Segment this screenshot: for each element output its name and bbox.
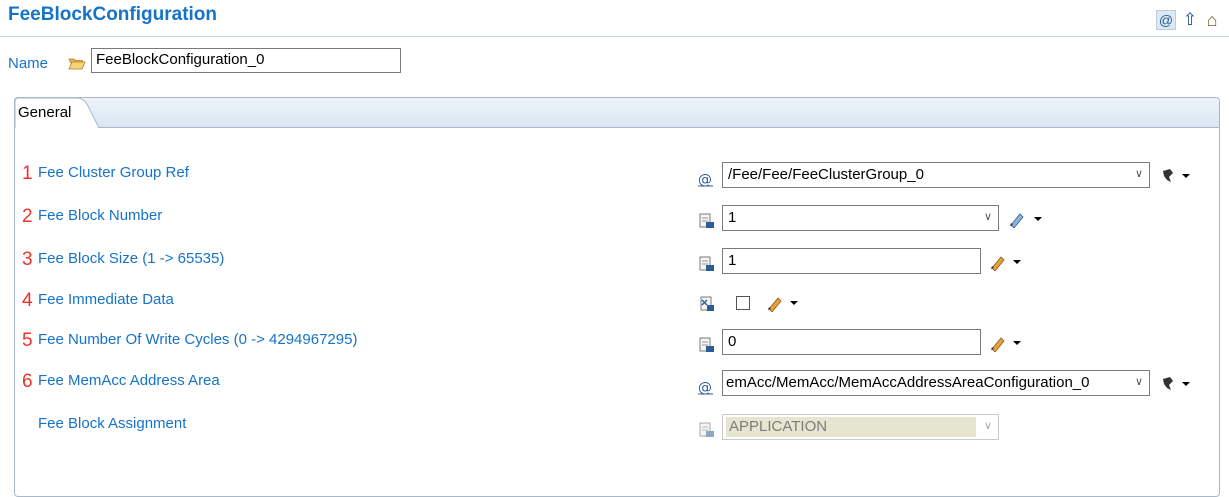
reference-icon: @ [698, 172, 713, 188]
fee-block-size-input[interactable]: 1 [722, 248, 981, 274]
fee-block-number-label: Fee Block Number [38, 207, 163, 224]
tab-general[interactable]: General [18, 104, 71, 121]
name-input[interactable]: FeeBlockConfiguration_0 [91, 48, 401, 73]
chevron-down-icon: ∨ [1134, 375, 1143, 388]
pencil-icon[interactable] [988, 253, 1024, 271]
boolean-param-icon [700, 296, 714, 311]
row-number-marker: 5 [22, 330, 33, 351]
chevron-down-icon: ∨ [983, 420, 992, 432]
row-number-marker: 4 [22, 290, 33, 311]
calculate-edit-icon[interactable] [1008, 210, 1044, 228]
fee-block-number-value: 1 [728, 209, 737, 226]
fee-block-size-label: Fee Block Size (1 -> 65535) [38, 250, 225, 267]
name-label: Name [8, 55, 49, 72]
at-icon[interactable]: @ [1156, 10, 1176, 30]
row-number-marker: 3 [22, 249, 33, 270]
reference-icon: @ [698, 380, 713, 396]
integer-param-icon [699, 256, 714, 271]
fee-cluster-group-ref-select[interactable]: /Fee/Fee/FeeClusterGroup_0 ∨ [722, 162, 1150, 188]
fee-memacc-address-area-value: emAcc/MemAcc/MemAccAddressAreaConfigurat… [726, 374, 1090, 391]
reference-wizard-icon[interactable] [1160, 167, 1192, 185]
fee-immediate-data-label: Fee Immediate Data [38, 291, 174, 308]
folder-icon [68, 58, 86, 70]
fee-memacc-address-area-label: Fee MemAcc Address Area [38, 372, 220, 389]
pencil-icon[interactable] [988, 334, 1024, 352]
fee-number-of-write-cycles-input[interactable]: 0 [722, 329, 981, 355]
page-title: FeeBlockConfiguration [8, 4, 218, 25]
enum-param-icon [699, 422, 714, 437]
tab-bar [15, 98, 1219, 128]
fee-cluster-group-ref-label: Fee Cluster Group Ref [38, 164, 189, 181]
fee-cluster-group-ref-value: /Fee/Fee/FeeClusterGroup_0 [728, 166, 924, 183]
integer-param-icon [699, 213, 714, 228]
row-number-marker: 6 [22, 371, 33, 392]
top-toolbar: @ ⇧ ⌂ [1156, 10, 1226, 30]
fee-block-number-select[interactable]: 1 ∨ [722, 205, 999, 231]
fee-memacc-address-area-select[interactable]: emAcc/MemAcc/MemAccAddressAreaConfigurat… [722, 370, 1150, 396]
home-icon[interactable]: ⌂ [1202, 10, 1222, 30]
fee-immediate-data-checkbox[interactable] [736, 296, 750, 310]
fee-block-assignment-value: APPLICATION [726, 417, 976, 437]
header-divider [0, 36, 1229, 37]
up-arrow-icon[interactable]: ⇧ [1180, 10, 1200, 30]
chevron-down-icon: ∨ [983, 211, 992, 223]
general-panel [14, 97, 1220, 497]
chevron-down-icon: ∨ [1134, 168, 1143, 180]
row-number-marker: 1 [22, 163, 33, 184]
fee-block-assignment-select: APPLICATION ∨ [722, 414, 999, 440]
integer-param-icon [699, 337, 714, 352]
fee-block-assignment-label: Fee Block Assignment [38, 415, 187, 432]
reference-wizard-icon[interactable] [1160, 375, 1192, 393]
fee-number-of-write-cycles-label: Fee Number Of Write Cycles (0 -> 4294967… [38, 331, 358, 348]
row-number-marker: 2 [22, 206, 33, 227]
pencil-icon[interactable] [765, 294, 801, 312]
